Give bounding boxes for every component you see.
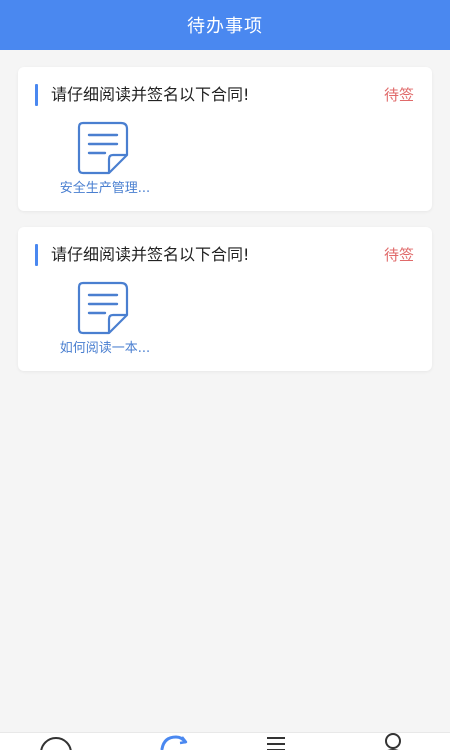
tab-profile[interactable] xyxy=(375,733,411,750)
app-header: 待办事项 xyxy=(0,0,450,50)
task-title: 请仔细阅读并签名以下合同! xyxy=(51,85,250,104)
chat-icon xyxy=(40,737,72,750)
list-icon xyxy=(267,737,285,750)
status-badge: 待签 xyxy=(383,246,414,264)
tab-chat[interactable] xyxy=(38,733,74,750)
tab-list[interactable] xyxy=(258,733,294,750)
accent-bar xyxy=(35,244,38,266)
page-title: 待办事项 xyxy=(187,16,263,37)
task-card[interactable]: 请仔细阅读并签名以下合同! 待签 如何阅读一本... xyxy=(18,227,432,371)
document-attachment[interactable]: 安全生产管理... xyxy=(50,119,160,199)
bottom-tab-bar xyxy=(0,732,450,750)
task-card[interactable]: 请仔细阅读并签名以下合同! 待签 安全生产管理... xyxy=(18,67,432,211)
document-icon xyxy=(77,281,129,335)
document-name[interactable]: 如何阅读一本... xyxy=(50,337,160,356)
sync-icon xyxy=(160,735,188,750)
document-attachment[interactable]: 如何阅读一本... xyxy=(50,279,160,359)
profile-icon xyxy=(385,733,401,750)
status-badge: 待签 xyxy=(383,86,414,104)
accent-bar xyxy=(35,84,38,106)
document-icon xyxy=(77,121,129,175)
task-title: 请仔细阅读并签名以下合同! xyxy=(51,245,250,264)
document-name[interactable]: 安全生产管理... xyxy=(50,177,160,196)
tab-sync[interactable] xyxy=(156,733,192,750)
